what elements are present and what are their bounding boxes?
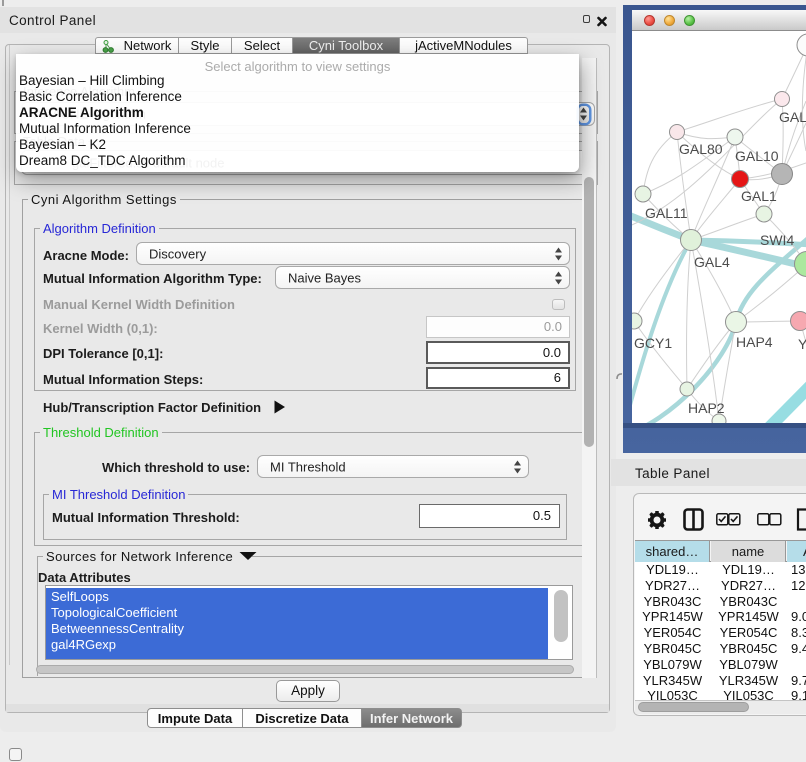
svg-text:GAL4: GAL4 <box>694 254 730 270</box>
svg-text:Y: Y <box>798 336 806 352</box>
svg-text:GAL2: GAL2 <box>779 109 806 125</box>
svg-text:GAL80: GAL80 <box>679 141 723 157</box>
svg-text:GAL10: GAL10 <box>735 148 779 164</box>
svg-text:GAL11: GAL11 <box>645 205 688 221</box>
svg-text:HAP2: HAP2 <box>688 400 725 416</box>
svg-text:GAL1: GAL1 <box>741 188 777 204</box>
svg-text:GCY1: GCY1 <box>634 335 672 351</box>
svg-text:SWI4: SWI4 <box>760 232 794 248</box>
svg-text:HAP4: HAP4 <box>736 334 773 350</box>
